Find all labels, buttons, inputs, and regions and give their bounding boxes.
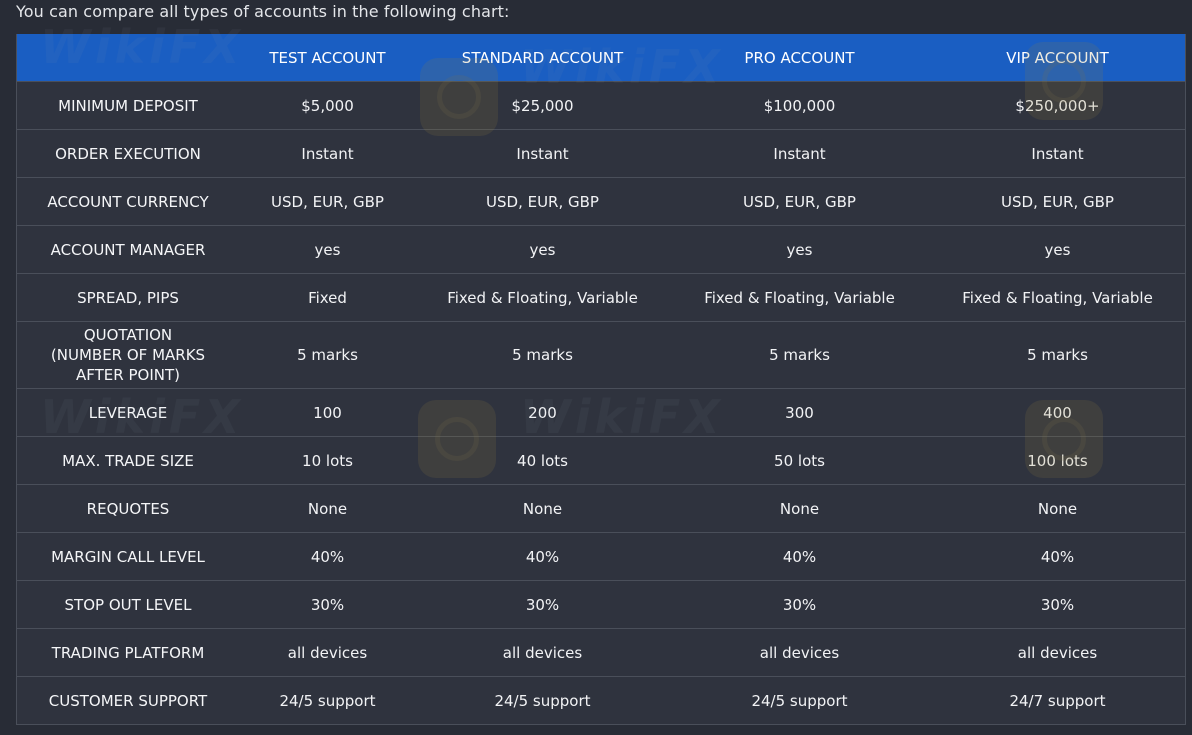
- cell-test-account: yes: [239, 225, 416, 274]
- table-row: MINIMUM DEPOSIT $5,000 $25,000 $100,000 $250…: [17, 81, 1185, 130]
- cell-vip-account: None: [930, 484, 1185, 533]
- header-vip-account: VIP ACCOUNT: [930, 34, 1185, 82]
- cell-test-account: 40%: [239, 532, 416, 581]
- cell-vip-account: Instant: [930, 129, 1185, 178]
- cell-pro-account: 5 marks: [669, 321, 930, 389]
- cell-test-account: 30%: [239, 580, 416, 629]
- cell-standard-account: None: [416, 484, 669, 533]
- row-label: ACCOUNT CURRENCY: [17, 177, 239, 226]
- row-label: SPREAD, PIPS: [17, 273, 239, 322]
- row-label: STOP OUT LEVEL: [17, 580, 239, 629]
- cell-standard-account: yes: [416, 225, 669, 274]
- cell-test-account: 10 lots: [239, 436, 416, 485]
- cell-test-account: Fixed: [239, 273, 416, 322]
- table-row: ACCOUNT MANAGER yes yes yes yes: [17, 225, 1185, 274]
- table-row: MAX. TRADE SIZE 10 lots 40 lots 50 lots 100 …: [17, 436, 1185, 485]
- cell-test-account: all devices: [239, 628, 416, 677]
- cell-test-account: 100: [239, 388, 416, 437]
- table-row: ACCOUNT CURRENCY USD, EUR, GBP USD, EUR, G…: [17, 177, 1185, 226]
- cell-vip-account: 30%: [930, 580, 1185, 629]
- table-row: REQUOTES None None None None: [17, 484, 1185, 533]
- header-standard-account: STANDARD ACCOUNT: [416, 34, 669, 82]
- cell-pro-account: all devices: [669, 628, 930, 677]
- cell-test-account: 24/5 support: [239, 676, 416, 724]
- cell-pro-account: USD, EUR, GBP: [669, 177, 930, 226]
- cell-standard-account: 24/5 support: [416, 676, 669, 724]
- row-label: LEVERAGE: [17, 388, 239, 437]
- cell-vip-account: USD, EUR, GBP: [930, 177, 1185, 226]
- cell-vip-account: 100 lots: [930, 436, 1185, 485]
- cell-pro-account: yes: [669, 225, 930, 274]
- table-row: STOP OUT LEVEL 30% 30% 30% 30%: [17, 580, 1185, 629]
- cell-test-account: $5,000: [239, 81, 416, 130]
- cell-pro-account: 40%: [669, 532, 930, 581]
- table-row: CUSTOMER SUPPORT 24/5 support 24/5 support…: [17, 676, 1185, 724]
- cell-test-account: None: [239, 484, 416, 533]
- cell-pro-account: Fixed & Floating, Variable: [669, 273, 930, 322]
- row-label: REQUOTES: [17, 484, 239, 533]
- cell-test-account: 5 marks: [239, 321, 416, 389]
- cell-pro-account: Instant: [669, 129, 930, 178]
- header-corner: [17, 34, 239, 82]
- cell-standard-account: 5 marks: [416, 321, 669, 389]
- table-row: ORDER EXECUTION Instant Instant Instant Inst…: [17, 129, 1185, 178]
- table-row: MARGIN CALL LEVEL 40% 40% 40% 40%: [17, 532, 1185, 581]
- row-label: MAX. TRADE SIZE: [17, 436, 239, 485]
- row-label: ACCOUNT MANAGER: [17, 225, 239, 274]
- header-test-account: TEST ACCOUNT: [239, 34, 416, 82]
- intro-text: You can compare all types of accounts in…: [16, 2, 510, 21]
- row-label: QUOTATION (NUMBER OF MARKS AFTER POINT): [17, 321, 239, 389]
- cell-pro-account: 24/5 support: [669, 676, 930, 724]
- table-row: TRADING PLATFORM all devices all devices al…: [17, 628, 1185, 677]
- table-body: MINIMUM DEPOSIT $5,000 $25,000 $100,000 $250…: [17, 81, 1185, 724]
- cell-test-account: Instant: [239, 129, 416, 178]
- cell-standard-account: 200: [416, 388, 669, 437]
- page: You can compare all types of accounts in…: [0, 0, 1192, 735]
- cell-standard-account: Instant: [416, 129, 669, 178]
- table-header-row: TEST ACCOUNT STANDARD ACCOUNT PRO ACCOUN…: [17, 34, 1185, 82]
- cell-pro-account: 30%: [669, 580, 930, 629]
- cell-pro-account: 300: [669, 388, 930, 437]
- account-comparison-table-wrapper: TEST ACCOUNT STANDARD ACCOUNT PRO ACCOUN…: [16, 34, 1186, 725]
- cell-vip-account: 5 marks: [930, 321, 1185, 389]
- cell-test-account: USD, EUR, GBP: [239, 177, 416, 226]
- cell-vip-account: Fixed & Floating, Variable: [930, 273, 1185, 322]
- cell-pro-account: $100,000: [669, 81, 930, 130]
- cell-vip-account: 24/7 support: [930, 676, 1185, 724]
- cell-vip-account: yes: [930, 225, 1185, 274]
- row-label: MINIMUM DEPOSIT: [17, 81, 239, 130]
- cell-vip-account: $250,000+: [930, 81, 1185, 130]
- table-row: LEVERAGE 100 200 300 400: [17, 388, 1185, 437]
- table-row: SPREAD, PIPS Fixed Fixed & Floating, Varia…: [17, 273, 1185, 322]
- cell-pro-account: 50 lots: [669, 436, 930, 485]
- row-label: TRADING PLATFORM: [17, 628, 239, 677]
- cell-vip-account: 400: [930, 388, 1185, 437]
- cell-standard-account: 30%: [416, 580, 669, 629]
- cell-standard-account: $25,000: [416, 81, 669, 130]
- cell-standard-account: Fixed & Floating, Variable: [416, 273, 669, 322]
- cell-standard-account: USD, EUR, GBP: [416, 177, 669, 226]
- cell-standard-account: all devices: [416, 628, 669, 677]
- cell-pro-account: None: [669, 484, 930, 533]
- row-label: MARGIN CALL LEVEL: [17, 532, 239, 581]
- row-label: CUSTOMER SUPPORT: [17, 676, 239, 724]
- account-comparison-table: TEST ACCOUNT STANDARD ACCOUNT PRO ACCOUN…: [17, 34, 1185, 724]
- cell-standard-account: 40 lots: [416, 436, 669, 485]
- header-pro-account: PRO ACCOUNT: [669, 34, 930, 82]
- table-row: QUOTATION (NUMBER OF MARKS AFTER POINT) 5…: [17, 321, 1185, 389]
- cell-vip-account: 40%: [930, 532, 1185, 581]
- row-label: ORDER EXECUTION: [17, 129, 239, 178]
- cell-vip-account: all devices: [930, 628, 1185, 677]
- cell-standard-account: 40%: [416, 532, 669, 581]
